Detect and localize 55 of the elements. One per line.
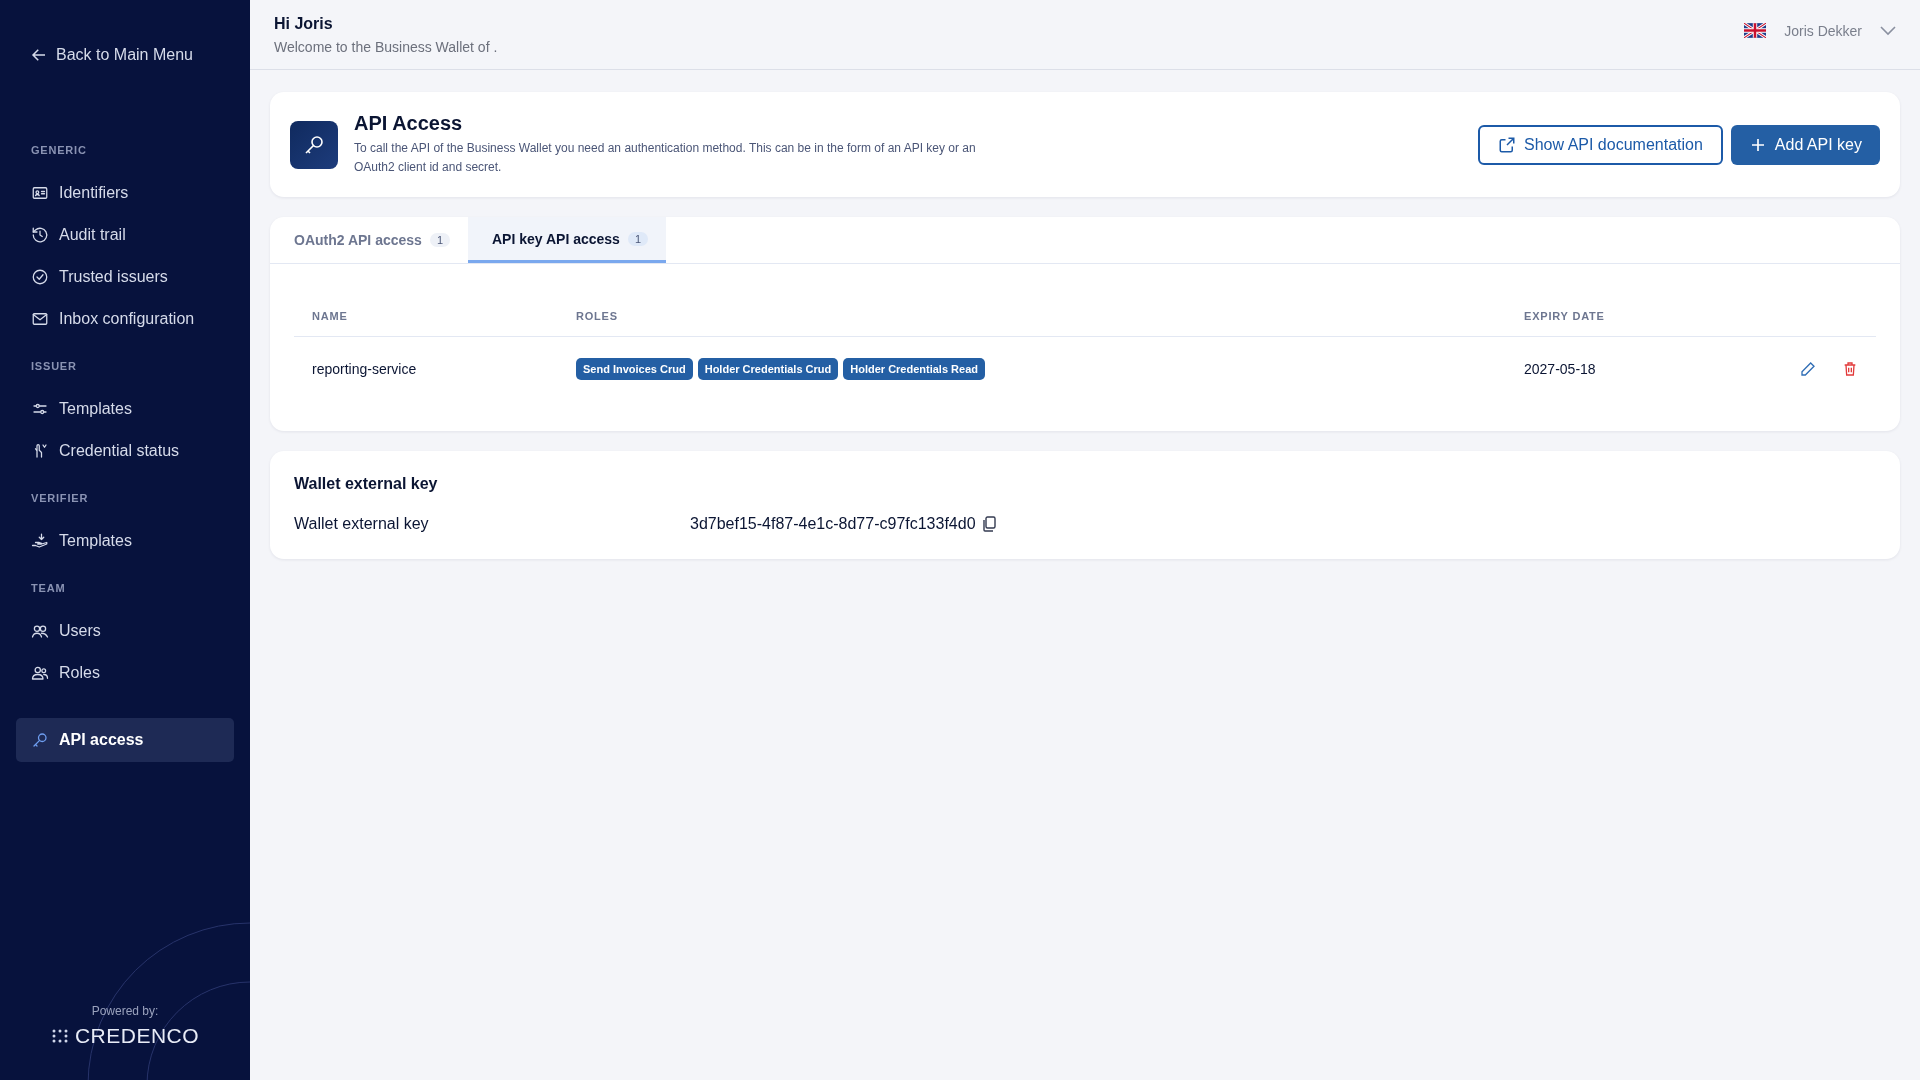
count-badge: 1 [429, 233, 450, 247]
external-link-icon [1498, 135, 1517, 154]
key-value: 3d7bef15-4f87-4e1c-8d77-c97fc133f4d0 [690, 515, 976, 533]
column-header: ROLES [575, 310, 619, 322]
hand-tray-icon [31, 532, 49, 550]
section-title: Wallet external key [294, 475, 439, 493]
key-icon [31, 731, 49, 749]
history-icon [31, 226, 49, 244]
powered-by-label: Powered by: [90, 1004, 160, 1018]
section-heading: GENERIC [30, 144, 88, 156]
tab[interactable]: API key API access 1 [468, 217, 667, 263]
tab[interactable]: OAuth2 API access 1 [270, 217, 468, 263]
documentation-button[interactable]: Show API documentation [1478, 124, 1723, 165]
table-cell-text: 2027-05-18 [1523, 361, 1597, 377]
nav-item[interactable]: Identifiers [16, 172, 234, 214]
welcome-text: Welcome to the Business Wallet of . [274, 38, 498, 55]
edit-icon[interactable] [1800, 361, 1816, 377]
role-tag: Send Invoices Crud [576, 358, 693, 380]
delete-icon[interactable] [1842, 361, 1858, 377]
nav-item[interactable]: Audit trail [16, 214, 234, 256]
nav-item[interactable]: Templates [16, 388, 234, 430]
nav-item[interactable]: Templates [16, 520, 234, 562]
section-heading: VERIFIER [30, 492, 90, 504]
flag-icon[interactable] [1744, 23, 1767, 38]
brand-name: CREDENCO [74, 1024, 200, 1048]
greeting: Hi Joris [274, 14, 334, 33]
role-tag: Holder Credentials Read [843, 358, 985, 380]
check-badge-icon [31, 268, 49, 286]
section-heading: ISSUER [30, 360, 78, 372]
arrow-left-icon [30, 46, 48, 64]
user-group-icon [31, 664, 49, 682]
copy-icon[interactable] [981, 516, 996, 532]
field-label: Wallet external key [294, 515, 430, 533]
nav-item[interactable]: Roles [16, 652, 234, 694]
nav-item[interactable]: Inbox configuration [16, 298, 234, 340]
user-menu[interactable]: Joris Dekker [1784, 22, 1862, 39]
role-tag: Holder Credentials Crud [697, 358, 839, 380]
page-title: API Access [354, 112, 464, 135]
count-badge: 1 [627, 231, 649, 246]
id-card-icon [31, 184, 49, 202]
back-link[interactable]: Back to Main Menu [16, 46, 234, 64]
key-icon [290, 120, 338, 169]
nav-item[interactable]: Trusted issuers [16, 256, 234, 298]
table-cell-text: reporting-service [311, 361, 418, 377]
nav-item[interactable]: API access [16, 718, 234, 762]
column-header: NAME [311, 310, 349, 322]
add-api-key-button[interactable]: Add API key [1730, 124, 1880, 165]
envelope-icon [31, 310, 49, 328]
column-header: EXPIRY DATE [1523, 310, 1606, 322]
page-description: To call the API of the Business Wallet you need an authentication method. This can be in the form of an API key or an OAuth2 client id and secret. [354, 140, 977, 176]
section-heading: TEAM [30, 582, 67, 594]
chevron-down-icon[interactable] [1880, 25, 1896, 36]
nav-item[interactable]: Users [16, 610, 234, 652]
logo-icon [50, 1028, 69, 1044]
nav-item[interactable]: Credential status [16, 430, 234, 472]
